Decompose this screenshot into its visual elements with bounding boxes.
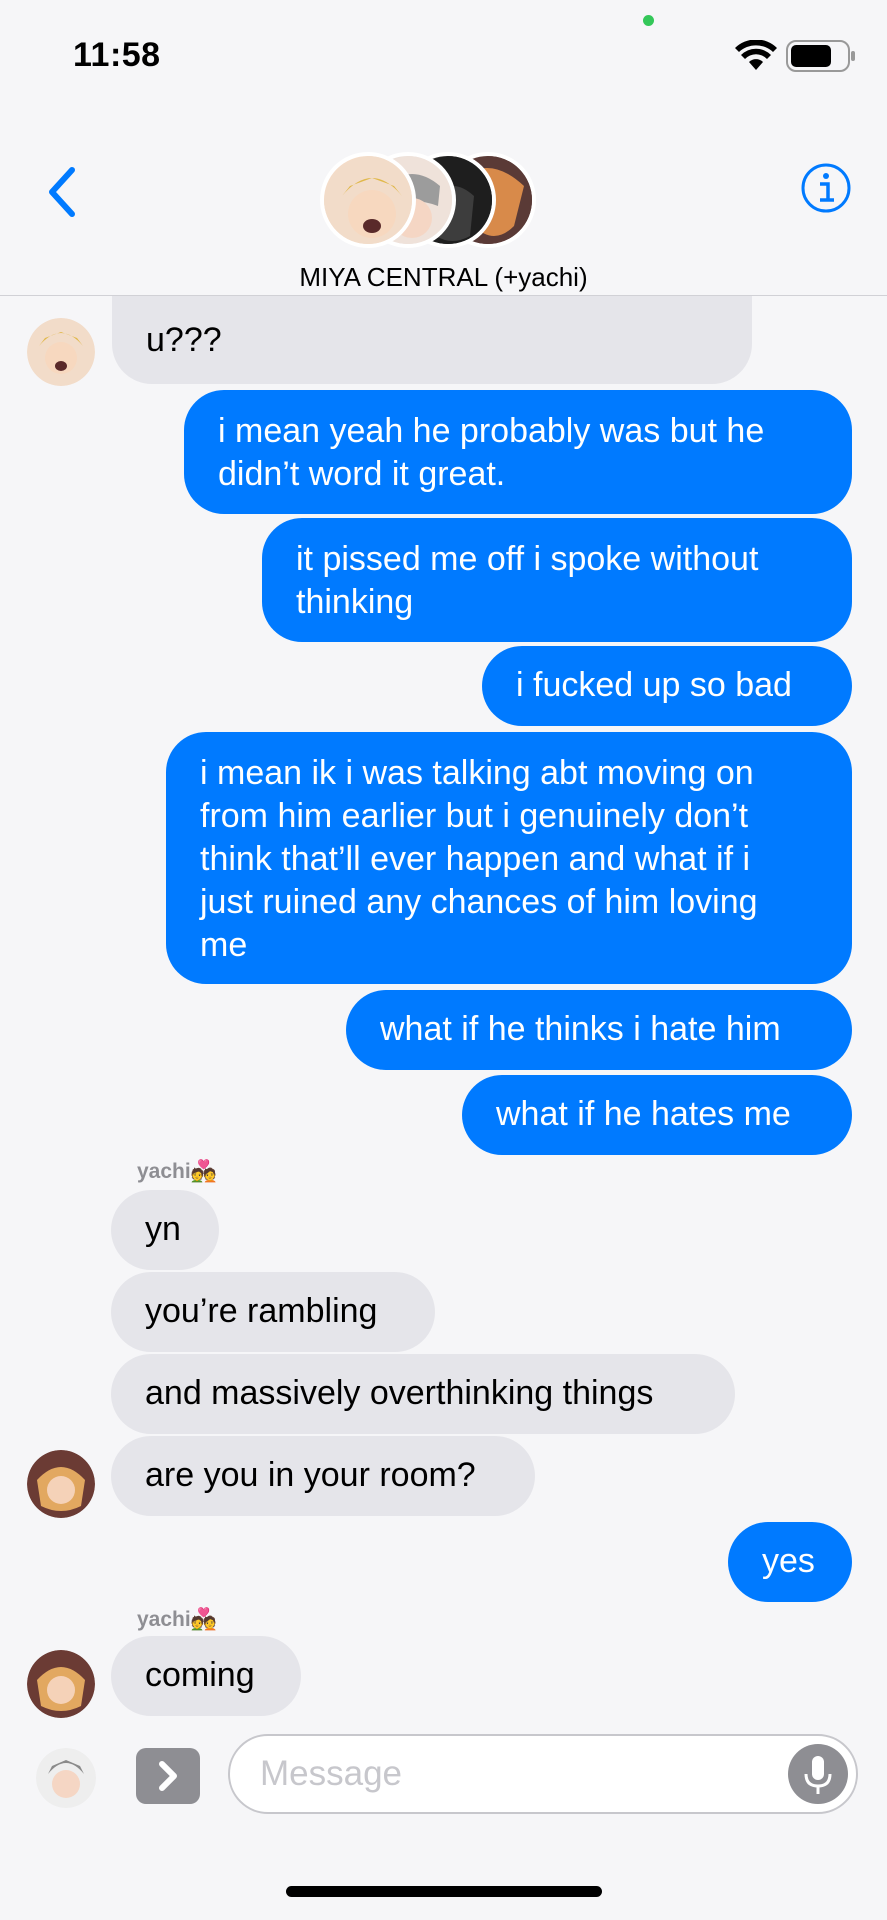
camera-avatar-button[interactable] [36, 1748, 96, 1808]
status-time: 11:58 [73, 36, 161, 74]
message-text-line: didn’t word it great. [218, 455, 506, 493]
status-bar: 11:58 [0, 0, 887, 110]
sender-name-label: yachi💑 [137, 1608, 217, 1631]
clipped-message-container: u??? [112, 296, 752, 384]
chevron-right-icon [159, 1761, 177, 1791]
message-text: and massively overthinking things [145, 1374, 654, 1412]
message-bubble-incoming[interactable]: yn [111, 1190, 219, 1270]
message-text: you’re rambling [145, 1292, 378, 1330]
message-bubble-incoming[interactable]: coming [111, 1636, 301, 1716]
group-name[interactable]: MIYA CENTRAL (+yachi) [0, 262, 887, 293]
message-input-placeholder: Message [260, 1754, 403, 1793]
message-bubble-incoming[interactable]: and massively overthinking things [111, 1354, 735, 1434]
message-text-truncated [146, 296, 718, 319]
message-bubble-outgoing[interactable]: it pissed me off i spoke without thinkin… [262, 518, 852, 642]
avatar-sender-yachi[interactable] [27, 1450, 95, 1518]
message-text-line: from him earlier but i genuinely don’t [200, 797, 749, 835]
microphone-icon [804, 1756, 832, 1794]
apps-expand-button[interactable] [136, 1748, 200, 1804]
message-text-line: think that’ll ever happen and what if i [200, 840, 751, 878]
home-indicator[interactable] [286, 1886, 602, 1897]
group-avatars[interactable] [320, 152, 540, 252]
message-bubble-outgoing[interactable]: i mean ik i was talking abt moving on fr… [166, 732, 852, 984]
message-text: what if he thinks i hate him [380, 1010, 781, 1048]
message-text: u??? [146, 321, 222, 359]
message-bubble-incoming[interactable]: are you in your room? [111, 1436, 535, 1516]
message-text-line: just ruined any chances of him loving [200, 883, 758, 921]
sender-name-label: yachi💑 [137, 1160, 217, 1183]
dictation-button[interactable] [788, 1744, 848, 1804]
message-bubble-incoming[interactable]: u??? [112, 296, 752, 384]
avatar-sender-atsumu[interactable] [27, 318, 95, 386]
avatar-sender-yachi[interactable] [27, 1650, 95, 1718]
info-icon[interactable] [800, 162, 852, 214]
message-bubble-outgoing[interactable]: yes [728, 1522, 852, 1602]
message-bubble-outgoing[interactable]: what if he thinks i hate him [346, 990, 852, 1070]
conversation-header: MIYA CENTRAL (+yachi) [0, 110, 887, 296]
privacy-indicator-dot [643, 15, 654, 26]
message-text-line: i mean yeah he probably was but he [218, 412, 765, 450]
wifi-icon [735, 40, 777, 70]
message-text: what if he hates me [496, 1095, 791, 1133]
message-text-line: it pissed me off i spoke without [296, 540, 759, 578]
message-input[interactable]: Message [228, 1734, 858, 1814]
message-bubble-outgoing[interactable]: i fucked up so bad [482, 646, 852, 726]
message-text: coming [145, 1656, 255, 1694]
message-text-line: me [200, 926, 248, 964]
message-bubble-outgoing[interactable]: i mean yeah he probably was but he didn’… [184, 390, 852, 514]
message-bubble-incoming[interactable]: you’re rambling [111, 1272, 435, 1352]
message-text-line: thinking [296, 583, 414, 621]
back-chevron-icon[interactable] [42, 162, 82, 222]
message-text: i fucked up so bad [516, 666, 792, 704]
message-text-line: i mean ik i was talking abt moving on [200, 754, 754, 792]
member-avatar-1 [320, 152, 416, 248]
battery-icon [786, 40, 855, 72]
message-text: yn [145, 1210, 181, 1248]
message-text: are you in your room? [145, 1456, 476, 1494]
message-bubble-outgoing[interactable]: what if he hates me [462, 1075, 852, 1155]
message-text: yes [762, 1542, 815, 1580]
